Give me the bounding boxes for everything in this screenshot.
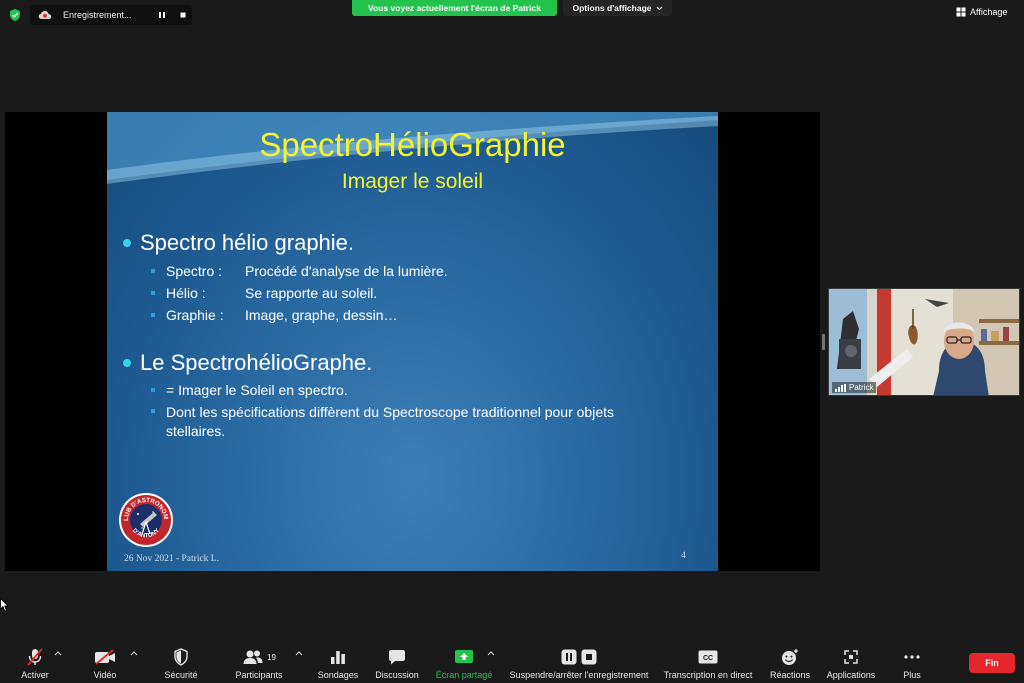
- stop-recording-button[interactable]: [175, 8, 191, 22]
- end-meeting-label: Fin: [985, 658, 999, 668]
- chat-label: Discussion: [375, 670, 419, 680]
- grid-view-icon: [956, 7, 966, 17]
- stop-icon: [180, 12, 186, 18]
- polls-label: Sondages: [317, 670, 359, 680]
- chat-bubble-icon: [389, 650, 405, 665]
- chevron-down-icon: [656, 6, 662, 10]
- sub-bullet-desc: Image, graphe, dessin…: [245, 307, 398, 323]
- bullet-spectroheliographe: Le SpectrohélioGraphe.: [123, 350, 372, 376]
- sub-bullet: Hélio : Se rapporte au soleil.: [151, 285, 377, 301]
- microphone-muted-icon: [27, 648, 43, 666]
- sub-bullet-desc: Procédé d'analyse de la lumière.: [245, 263, 448, 279]
- polls-bar-chart-icon: [331, 651, 345, 664]
- split-drag-handle[interactable]: [822, 334, 825, 350]
- screen-share-banner: Vous voyez actuellement l'écran de Patri…: [352, 0, 557, 16]
- sub-bullet-square: [151, 313, 155, 317]
- apps-label: Applications: [826, 670, 876, 680]
- participants-label: Participants: [235, 670, 283, 680]
- sub-bullet: Graphie : Image, graphe, dessin…: [151, 307, 398, 323]
- pause-recording-icon: [561, 649, 577, 665]
- security-shield-icon: [10, 9, 20, 21]
- pause-stop-recording-button[interactable]: Suspendre/arrêter l'enregistrement: [504, 640, 654, 683]
- participants-count: 19: [267, 652, 276, 662]
- slide-subtitle: Imager le soleil: [341, 170, 484, 193]
- mouse-cursor-icon: [0, 598, 9, 612]
- sub-bullet-square: [151, 291, 155, 295]
- bullet-dot: [123, 239, 131, 247]
- view-options-dropdown[interactable]: Options d'affichage: [563, 0, 672, 16]
- live-transcription-button[interactable]: CC Transcription en direct: [660, 640, 756, 683]
- sub-bullet: Dont les spécifications diffèrent du Spe…: [151, 403, 666, 441]
- participants-options-caret-icon[interactable]: [295, 650, 303, 656]
- smiley-reaction-icon: [782, 649, 798, 665]
- sub-bullet-desc: Dont les spécifications diffèrent du Spe…: [166, 404, 615, 439]
- pause-recording-button[interactable]: [154, 8, 170, 22]
- security-shield-icon: [174, 648, 188, 666]
- participant-video-feed: [829, 289, 1019, 395]
- video-off-icon: [95, 649, 115, 665]
- meeting-toolbar: Activer Vidéo Sécurité 19 Participants S…: [0, 640, 1024, 683]
- bullet-text: Le SpectrohélioGraphe.: [140, 350, 373, 375]
- sub-bullet-term: Graphie :: [166, 307, 224, 323]
- share-screen-arrow-icon: [455, 650, 473, 663]
- unmute-label: Activer: [21, 670, 49, 680]
- bullet-text: Spectro hélio graphie.: [140, 230, 355, 255]
- chat-button[interactable]: Discussion: [374, 640, 420, 683]
- view-button-label: Affichage: [970, 7, 1008, 17]
- share-screen-button[interactable]: Écran partagé: [432, 640, 496, 683]
- slide-footer-date: 26 Nov 2021 - Patrick L.: [124, 554, 219, 564]
- apps-icon: [844, 650, 858, 664]
- participants-button[interactable]: 19 Participants: [232, 640, 286, 683]
- bullet-spectro-helio: Spectro hélio graphie.: [123, 230, 354, 256]
- club-astronomie-logo: CLUB D'ASTRONOMIE D'ANTONY: [118, 492, 173, 547]
- share-screen-label: Écran partagé: [435, 670, 493, 680]
- more-label: Plus: [903, 670, 921, 680]
- sub-bullet-term: Hélio :: [166, 285, 206, 301]
- participant-name: Patrick: [849, 383, 874, 392]
- slide-title: SpectroHélioGraphie: [259, 126, 566, 163]
- recording-label: Enregistrement...: [63, 10, 132, 20]
- sub-bullet: Spectro : Procédé d'analyse de la lumièr…: [151, 263, 448, 279]
- recording-indicator: Enregistrement...: [30, 5, 192, 25]
- more-dots-icon: [904, 655, 920, 659]
- unmute-button[interactable]: Activer: [14, 640, 56, 683]
- pause-stop-recording-label: Suspendre/arrêter l'enregistrement: [509, 670, 649, 680]
- sub-bullet-term: Spectro :: [166, 263, 223, 279]
- end-meeting-button[interactable]: Fin: [969, 653, 1015, 673]
- view-button[interactable]: Affichage: [956, 4, 1007, 20]
- polls-button[interactable]: Sondages: [316, 640, 360, 683]
- sub-bullet-square: [151, 269, 155, 273]
- security-button[interactable]: Sécurité: [160, 640, 202, 683]
- sub-bullet: = Imager le Soleil en spectro.: [151, 382, 348, 398]
- start-video-button[interactable]: Vidéo: [84, 640, 126, 683]
- slide-page-number: 4: [681, 551, 686, 561]
- closed-caption-text: CC: [703, 655, 713, 662]
- sub-bullet-square: [151, 388, 155, 392]
- screen-share-banner-text: Vous voyez actuellement l'écran de Patri…: [368, 3, 541, 13]
- reactions-button[interactable]: Réactions: [768, 640, 812, 683]
- sub-bullet-square: [151, 409, 155, 413]
- view-options-label: Options d'affichage: [572, 3, 652, 13]
- closed-caption-icon: CC: [698, 650, 718, 664]
- presentation-slide: SpectroHélioGraphie Imager le soleil Spe…: [107, 112, 718, 571]
- cloud-record-icon: [38, 11, 52, 19]
- video-options-caret-icon[interactable]: [130, 650, 138, 656]
- reactions-label: Réactions: [769, 670, 811, 680]
- participant-name-tag: Patrick: [832, 382, 877, 393]
- live-transcription-label: Transcription en direct: [663, 670, 753, 680]
- share-options-caret-icon[interactable]: [487, 650, 495, 656]
- apps-button[interactable]: Applications: [824, 640, 878, 683]
- stop-recording-icon: [581, 649, 597, 665]
- audio-options-caret-icon[interactable]: [54, 650, 62, 656]
- security-label: Sécurité: [164, 670, 198, 680]
- participant-video-tile[interactable]: Patrick: [828, 288, 1020, 396]
- participants-icon: [243, 650, 263, 664]
- video-label: Vidéo: [93, 670, 117, 680]
- more-button[interactable]: Plus: [894, 640, 930, 683]
- sub-bullet-desc: Se rapporte au soleil.: [245, 285, 378, 301]
- bullet-dot: [123, 359, 131, 367]
- signal-strength-icon: [835, 384, 846, 392]
- sub-bullet-desc: = Imager le Soleil en spectro.: [166, 382, 348, 398]
- pause-icon: [159, 12, 165, 18]
